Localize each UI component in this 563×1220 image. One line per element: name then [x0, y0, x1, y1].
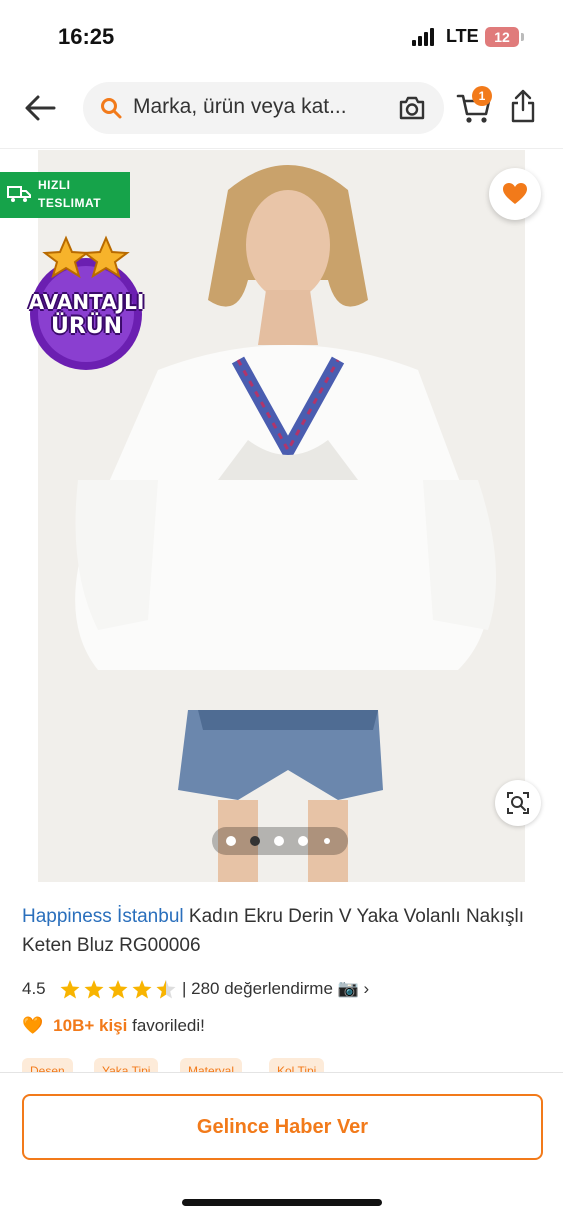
- search-icon: [101, 98, 122, 119]
- review-count-text: | 280 değerlendirme: [182, 979, 333, 998]
- battery-icon: 12: [485, 27, 524, 47]
- favorites-suffix: favoriledi!: [132, 1016, 205, 1035]
- bottom-action-bar: Gelince Haber Ver: [0, 1072, 563, 1220]
- orange-heart-icon: 🧡: [22, 1016, 44, 1035]
- fast-delivery-label-2: TESLIMAT: [38, 196, 102, 210]
- star-icon: [84, 980, 104, 999]
- gallery-pagination: [212, 827, 348, 855]
- status-time: 16:25: [58, 24, 115, 49]
- truck-icon: [7, 186, 31, 202]
- cart-count-badge: 1: [472, 86, 492, 106]
- search-input[interactable]: Marka, ürün veya kat...: [133, 95, 347, 119]
- pagination-dot[interactable]: [274, 836, 284, 846]
- pagination-dot[interactable]: [298, 836, 308, 846]
- advantage-label-1: AVANTAJLI: [28, 290, 145, 314]
- camera-small-icon: 📷: [337, 979, 359, 998]
- notify-when-available-button[interactable]: Gelince Haber Ver: [22, 1094, 543, 1160]
- rating-score: 4.5: [22, 979, 46, 998]
- pagination-dot[interactable]: [324, 838, 330, 844]
- product-title: Happiness İstanbul Kadın Ekru Derin V Ya…: [22, 902, 547, 960]
- top-bar: Marka, ürün veya kat... 1: [0, 70, 563, 149]
- advantage-label-2: ÜRÜN: [50, 314, 123, 339]
- home-indicator: [182, 1199, 382, 1206]
- favorite-button[interactable]: [489, 168, 541, 220]
- visual-search-icon: [507, 792, 529, 814]
- signal-icon: [412, 28, 440, 46]
- back-arrow-icon[interactable]: [20, 88, 60, 128]
- pagination-dot-active[interactable]: [250, 836, 260, 846]
- star-icon: [108, 980, 128, 999]
- star-icon: [60, 980, 80, 999]
- fast-delivery-badge: HIZLI TESLIMAT: [0, 172, 130, 218]
- search-bar[interactable]: Marka, ürün veya kat...: [83, 82, 444, 134]
- favorites-count: 10B+ kişi: [53, 1016, 128, 1035]
- fast-delivery-label-1: HIZLI: [38, 178, 71, 192]
- share-icon[interactable]: [510, 88, 536, 124]
- star-icon: [132, 980, 152, 999]
- status-bar: 16:25 LTE 12: [0, 0, 563, 70]
- pagination-dot[interactable]: [226, 836, 236, 846]
- favorites-row: 🧡 10B+ kişi favoriledi!: [22, 1016, 205, 1036]
- brand-link[interactable]: Happiness İstanbul: [22, 906, 184, 927]
- star-rating: [60, 980, 176, 999]
- camera-icon[interactable]: [397, 94, 427, 122]
- heart-icon: [503, 183, 527, 204]
- visual-search-button[interactable]: [495, 780, 541, 826]
- advantage-product-badge: AVANTAJLI ÜRÜN: [14, 232, 159, 377]
- review-count[interactable]: | 280 değerlendirme 📷 ›: [182, 979, 369, 999]
- chevron-right-icon: ›: [363, 979, 370, 998]
- network-label: LTE: [446, 26, 479, 46]
